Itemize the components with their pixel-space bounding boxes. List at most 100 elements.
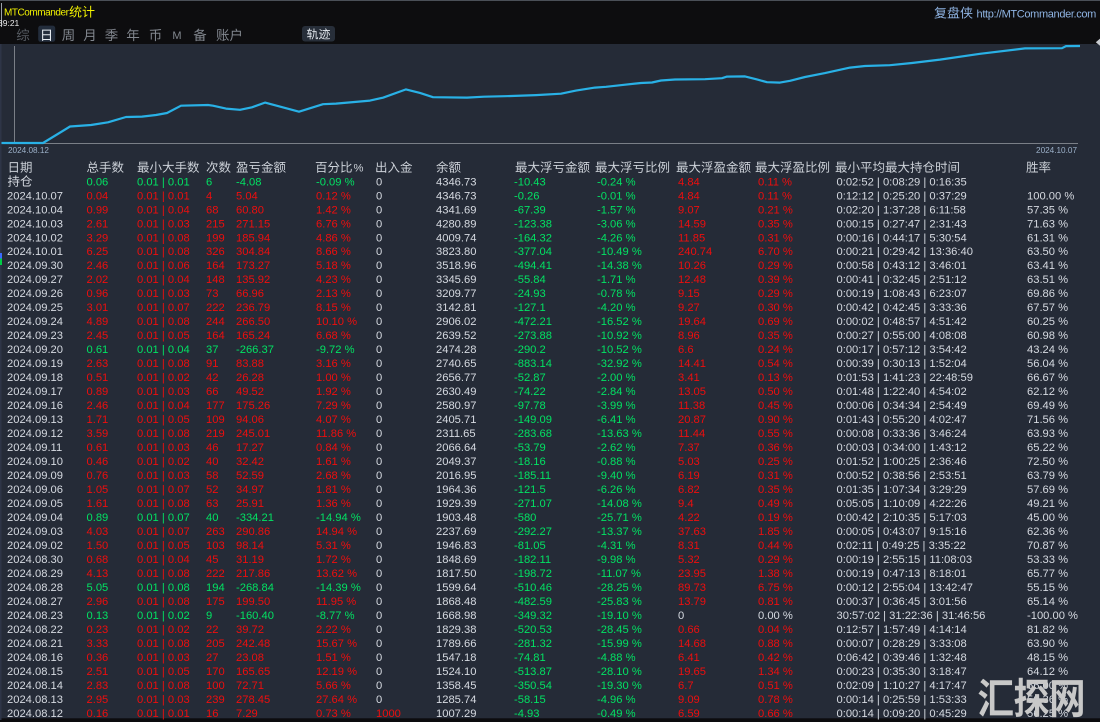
svg-text:9: 9 — [206, 610, 212, 622]
svg-text:1.92 %: 1.92 % — [316, 386, 351, 398]
svg-text:0: 0 — [376, 400, 382, 412]
svg-text:2024.08.12: 2024.08.12 — [8, 146, 49, 155]
svg-text:2066.64: 2066.64 — [436, 442, 476, 454]
svg-text:11.38: 11.38 — [678, 400, 705, 412]
svg-text:0:00:17 | 0:57:12 | 3:54:42: 0:00:17 | 0:57:12 | 3:54:42 — [837, 344, 967, 356]
svg-text:23.08: 23.08 — [236, 652, 264, 664]
svg-text:-97.78: -97.78 — [514, 400, 546, 412]
svg-text:0:00:07 | 0:28:29 | 3:33:08: 0:00:07 | 0:28:29 | 3:33:08 — [837, 638, 967, 650]
svg-text:-2.00 %: -2.00 % — [597, 372, 636, 384]
svg-text:4.84: 4.84 — [678, 190, 700, 202]
svg-text:6.70 %: 6.70 % — [758, 246, 793, 258]
svg-text:148: 148 — [206, 274, 225, 286]
svg-text:-123.38: -123.38 — [514, 218, 552, 230]
svg-text:-164.32: -164.32 — [514, 232, 552, 244]
svg-text:-334.21: -334.21 — [236, 512, 274, 524]
svg-text:1.61 %: 1.61 % — [316, 456, 351, 468]
svg-text:0.01 | 0.05: 0.01 | 0.05 — [137, 540, 190, 552]
svg-text:-883.14: -883.14 — [514, 358, 552, 370]
svg-text:9.4: 9.4 — [678, 498, 694, 510]
svg-text:222: 222 — [206, 568, 225, 580]
svg-text:0.23: 0.23 — [87, 624, 109, 636]
svg-text:11.95 %: 11.95 % — [316, 596, 356, 608]
svg-text:0.44 %: 0.44 % — [758, 540, 793, 552]
svg-text:0: 0 — [376, 512, 382, 524]
svg-text:2474.28: 2474.28 — [436, 344, 476, 356]
svg-text:-268.84: -268.84 — [236, 582, 274, 594]
svg-text:-377.04: -377.04 — [514, 246, 552, 258]
svg-text:0.29 %: 0.29 % — [758, 554, 793, 566]
svg-text:52.59: 52.59 — [236, 470, 264, 482]
svg-text:-6.41 %: -6.41 % — [597, 414, 636, 426]
svg-text:-32.92 %: -32.92 % — [597, 358, 642, 370]
svg-text:1817.50: 1817.50 — [436, 568, 476, 580]
svg-text:1599.64: 1599.64 — [436, 582, 476, 594]
svg-text:0.96: 0.96 — [87, 288, 109, 300]
svg-text:0.35 %: 0.35 % — [758, 218, 793, 230]
svg-text:2024.08.15: 2024.08.15 — [7, 666, 63, 678]
svg-text:2024.09.03: 2024.09.03 — [7, 526, 63, 538]
svg-text:0.01 | 0.07: 0.01 | 0.07 — [137, 512, 190, 524]
svg-text:165.65: 165.65 — [236, 666, 270, 678]
svg-text:-13.63 %: -13.63 % — [597, 428, 642, 440]
svg-text:5.32: 5.32 — [678, 554, 700, 566]
svg-text:1358.45: 1358.45 — [436, 680, 476, 692]
svg-text:13.05: 13.05 — [678, 386, 706, 398]
svg-text:0:00:02 | 0:48:57 | 4:51:42: 0:00:02 | 0:48:57 | 4:51:42 — [837, 316, 967, 328]
svg-text:4280.89: 4280.89 — [436, 218, 476, 230]
svg-text:40: 40 — [206, 456, 218, 468]
svg-text:0:00:27 | 0:55:00 | 4:08:08: 0:00:27 | 0:55:00 | 4:08:08 — [837, 330, 967, 342]
svg-text:6.68 %: 6.68 % — [316, 330, 351, 342]
svg-text:81.82 %: 81.82 % — [1027, 624, 1068, 636]
svg-text:2024.10.07: 2024.10.07 — [1036, 146, 1077, 155]
svg-text:0.88 %: 0.88 % — [758, 638, 793, 650]
svg-text:-18.16: -18.16 — [514, 456, 546, 468]
svg-text:89.73: 89.73 — [678, 582, 706, 594]
svg-text:4.89: 4.89 — [87, 316, 109, 328]
svg-text:2024.09.27: 2024.09.27 — [7, 274, 63, 286]
svg-text:6.76 %: 6.76 % — [316, 218, 351, 230]
svg-text:0.29 %: 0.29 % — [758, 288, 793, 300]
svg-text:1.85 %: 1.85 % — [758, 526, 793, 538]
svg-text:0.01 | 0.07: 0.01 | 0.07 — [137, 526, 190, 538]
svg-text:62.12 %: 62.12 % — [1027, 386, 1068, 398]
svg-text:0: 0 — [376, 260, 382, 272]
svg-text:-121.5: -121.5 — [514, 484, 546, 496]
svg-text:0:00:19 | 0:47:13 | 8:18:01: 0:00:19 | 0:47:13 | 8:18:01 — [837, 568, 967, 580]
svg-text:65.22 %: 65.22 % — [1027, 442, 1068, 454]
svg-text:0.01 | 0.08: 0.01 | 0.08 — [137, 428, 190, 440]
svg-text:-10.43: -10.43 — [514, 176, 546, 188]
svg-text:60.98 %: 60.98 % — [1027, 330, 1068, 342]
svg-text:0: 0 — [376, 540, 382, 552]
svg-text:6.7: 6.7 — [678, 680, 694, 692]
svg-text:0.54 %: 0.54 % — [758, 358, 793, 370]
svg-text:-266.37: -266.37 — [236, 344, 274, 356]
svg-text:-9.72 %: -9.72 % — [316, 344, 355, 356]
svg-text:58: 58 — [206, 470, 218, 482]
svg-text:0.01 | 0.01: 0.01 | 0.01 — [137, 190, 190, 202]
svg-text:0: 0 — [376, 274, 382, 286]
svg-text:0.01 | 0.01: 0.01 | 0.01 — [137, 708, 190, 720]
svg-text:0.50 %: 0.50 % — [758, 386, 793, 398]
svg-text:6.19: 6.19 — [678, 470, 700, 482]
svg-text:98.14: 98.14 — [236, 540, 264, 552]
svg-text:164: 164 — [206, 260, 225, 272]
svg-text:0:00:03 | 0:34:00 | 1:43:12: 0:00:03 | 0:34:00 | 1:43:12 — [837, 442, 967, 454]
svg-text:109: 109 — [206, 414, 225, 426]
svg-text:2024.08.27: 2024.08.27 — [7, 596, 63, 608]
svg-text:3.33: 3.33 — [87, 638, 109, 650]
svg-text:278.45: 278.45 — [236, 694, 270, 706]
svg-text:39:21: 39:21 — [0, 18, 20, 28]
svg-text:2.83: 2.83 — [87, 680, 109, 692]
svg-text:0:02:20 | 1:37:28 | 6:11:58: 0:02:20 | 1:37:28 | 6:11:58 — [837, 204, 966, 216]
svg-text:0.81 %: 0.81 % — [758, 596, 793, 608]
svg-text:1007.29: 1007.29 — [436, 708, 476, 720]
svg-text:0.01 | 0.04: 0.01 | 0.04 — [137, 204, 190, 216]
svg-text:2024.08.13: 2024.08.13 — [7, 694, 63, 706]
svg-text:0: 0 — [376, 582, 382, 594]
svg-text:69.49 %: 69.49 % — [1027, 400, 1068, 412]
svg-text:239: 239 — [206, 694, 225, 706]
svg-text:M: M — [172, 30, 181, 42]
svg-text:2024.08.16: 2024.08.16 — [7, 652, 63, 664]
svg-text:2024.09.20: 2024.09.20 — [7, 344, 63, 356]
